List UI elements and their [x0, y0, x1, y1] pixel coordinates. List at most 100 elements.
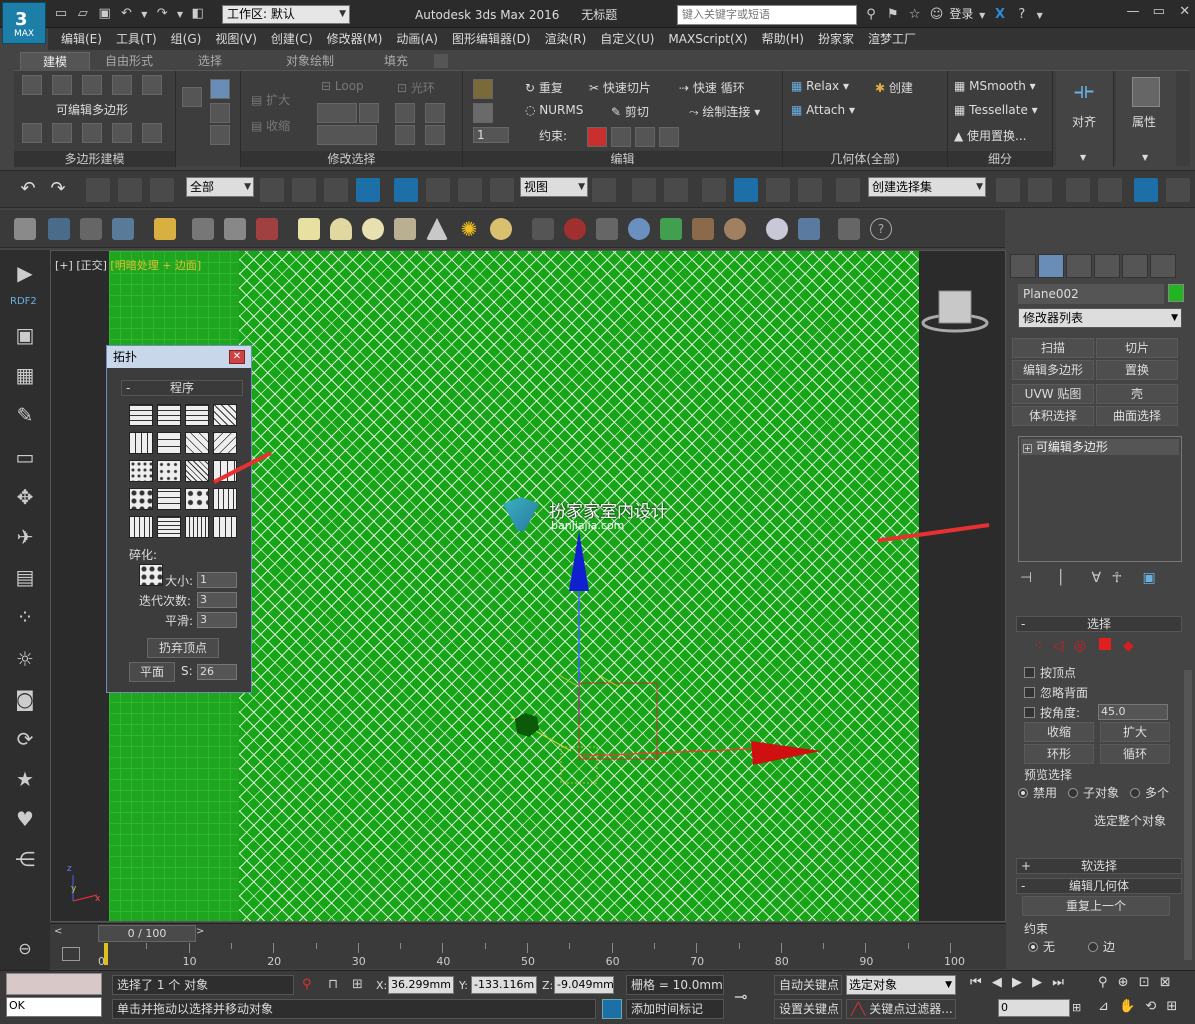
edit-spinner[interactable]: 1 [473, 127, 509, 143]
help-dropdown-icon[interactable]: ▼ [1035, 7, 1045, 25]
iterations-spinner[interactable]: 3 [197, 592, 237, 608]
redo-dropdown-icon[interactable]: ▼ [175, 6, 185, 24]
snap-toggle-icon[interactable] [702, 178, 726, 202]
remove-mod-icon[interactable]: ☥ [1112, 570, 1122, 586]
tessellate-button[interactable]: ▦ Tessellate ▾ [954, 103, 1038, 117]
uvw-map-button[interactable]: UVW 贴图 [1012, 384, 1094, 404]
quickloop-button[interactable]: ⇢ 快速 循环 [679, 79, 745, 96]
render-setup-icon[interactable] [1166, 178, 1190, 202]
workspace-dropdown[interactable]: 工作区: 默认 ▼ [222, 5, 350, 24]
place-icon[interactable] [490, 178, 514, 202]
size-spinner[interactable]: 1 [197, 572, 237, 588]
play-icon[interactable]: ▶ [12, 260, 38, 286]
maxscript-listener-pink[interactable] [6, 973, 102, 995]
edge-icon[interactable] [52, 75, 72, 95]
auto-key-button[interactable]: 自动关键点 [774, 975, 842, 995]
menu-rendering[interactable]: 渲染(R) [538, 28, 594, 50]
displace-button[interactable]: 置换 [1096, 360, 1178, 380]
table-icon[interactable] [112, 218, 134, 240]
image-icon[interactable]: ▣ [12, 322, 38, 348]
close-icon[interactable]: ✕ [229, 350, 245, 364]
hair-fur-icon[interactable] [692, 218, 714, 240]
pattern-tile[interactable] [129, 432, 153, 454]
menu-animation[interactable]: 动画(A) [389, 28, 445, 50]
constraint-none-icon[interactable] [587, 127, 607, 147]
pattern-tile[interactable] [129, 460, 153, 482]
tab-motion[interactable] [1094, 254, 1120, 278]
star-icon[interactable]: ★ [12, 766, 38, 792]
expand-label[interactable]: ▤ 扩大 [251, 91, 290, 108]
play-icon[interactable]: ▶ [1012, 975, 1022, 990]
object-color-swatch[interactable] [1168, 284, 1184, 302]
scale-icon[interactable] [458, 178, 482, 202]
menu-views[interactable]: 视图(V) [208, 28, 264, 50]
shrink-ring-icon[interactable] [425, 103, 445, 123]
new-file-icon[interactable]: ▭ [52, 5, 70, 23]
prev-frame-icon[interactable]: ◀ [992, 975, 1002, 990]
vertex-icon[interactable] [22, 75, 42, 95]
pattern-tile[interactable] [157, 460, 181, 482]
constraint-edge-radio[interactable]: 边 [1088, 938, 1115, 955]
displace-button[interactable]: ▲ 使用置换... [954, 127, 1027, 144]
menu-group[interactable]: 组(G) [164, 28, 209, 50]
angle-spinner[interactable]: 45.0 [1098, 704, 1168, 720]
smooth-spinner[interactable]: 3 [197, 612, 237, 628]
show-end-result-icon[interactable] [52, 123, 72, 143]
chevron-down-icon[interactable]: ▼ [977, 7, 987, 25]
tab-create[interactable] [1010, 254, 1036, 278]
discard-vertices-button[interactable]: 扔弃顶点 [147, 638, 219, 658]
time-next-icon[interactable]: > [196, 926, 204, 937]
y-coordinate-input[interactable]: -133.116m [471, 976, 537, 994]
add-time-tag[interactable]: 添加时间标记 [626, 999, 724, 1019]
key-icon[interactable]: ⊸ [734, 987, 768, 1009]
undo-icon[interactable]: ↶ [117, 5, 135, 23]
plane-button[interactable]: 平面 [129, 662, 175, 682]
camera-icon[interactable]: ◙ [12, 686, 38, 712]
lock-icon[interactable]: ⊓ [328, 977, 338, 992]
molecule-icon[interactable] [564, 218, 586, 240]
rollout-selection[interactable]: - 选择 [1016, 616, 1182, 632]
mirror-icon[interactable] [996, 178, 1020, 202]
wood-icon[interactable] [724, 218, 746, 240]
zoom-extents-icon[interactable]: ⊡ [1139, 975, 1150, 990]
gizmo-x-cone[interactable] [751, 741, 821, 765]
back-icon[interactable]: ⊖ [12, 936, 38, 962]
named-selection-dropdown[interactable]: 创建选择集 ▼ [868, 177, 986, 197]
gear-blob-icon[interactable] [628, 218, 650, 240]
goto-start-icon[interactable]: ⏮ [970, 975, 982, 990]
current-time-marker[interactable] [104, 943, 108, 965]
menu-modifiers[interactable]: 修改器(M) [320, 28, 390, 50]
pattern-tile[interactable] [213, 432, 237, 454]
monitor-icon[interactable]: ▭ [12, 444, 38, 470]
tab-hierarchy[interactable] [1066, 254, 1092, 278]
cut-button[interactable]: ✎ 剪切 [611, 103, 649, 120]
minimize-icon[interactable]: — [1122, 3, 1144, 21]
polygon-mode-icon[interactable] [1098, 638, 1111, 650]
search-input[interactable]: 键入关键字或短语 [677, 5, 857, 25]
manipulate-icon[interactable] [632, 178, 656, 202]
loop-button[interactable]: 循环 [1100, 744, 1170, 764]
heart-icon[interactable]: ♥ [12, 806, 38, 832]
pattern-tile-selected[interactable] [185, 460, 209, 482]
layer-explorer-icon[interactable] [1066, 178, 1090, 202]
cone-icon[interactable] [426, 218, 448, 240]
pin-stack-icon[interactable] [82, 123, 102, 143]
grow-ring-icon[interactable] [395, 103, 415, 123]
set-key-button[interactable]: 设置关键点 [774, 999, 842, 1019]
slice-button[interactable]: 切片 [1096, 338, 1178, 358]
pattern-tile[interactable] [129, 404, 153, 426]
time-slider-thumb[interactable]: 0 / 100 [98, 925, 196, 942]
tab-modeling[interactable]: 建模 [20, 52, 90, 70]
edit-icon[interactable]: ✎ [12, 402, 38, 428]
preview-disable-radio[interactable]: 禁用 [1018, 784, 1057, 801]
key-mode-dropdown[interactable]: 选定对象 ▼ [846, 975, 956, 995]
gizmo-z-cone[interactable] [515, 713, 539, 737]
next-frame-icon[interactable]: ▶ [1032, 975, 1042, 990]
grow-button[interactable]: 扩大 [1100, 722, 1170, 742]
edge-mode-icon[interactable]: ◁ [1053, 638, 1064, 654]
tweak-icon[interactable] [473, 103, 493, 123]
tab-modify[interactable] [1038, 254, 1064, 278]
pivot-center-icon[interactable] [592, 178, 616, 202]
plant-icon[interactable] [660, 218, 682, 240]
shrink-loop-icon[interactable] [359, 103, 379, 123]
